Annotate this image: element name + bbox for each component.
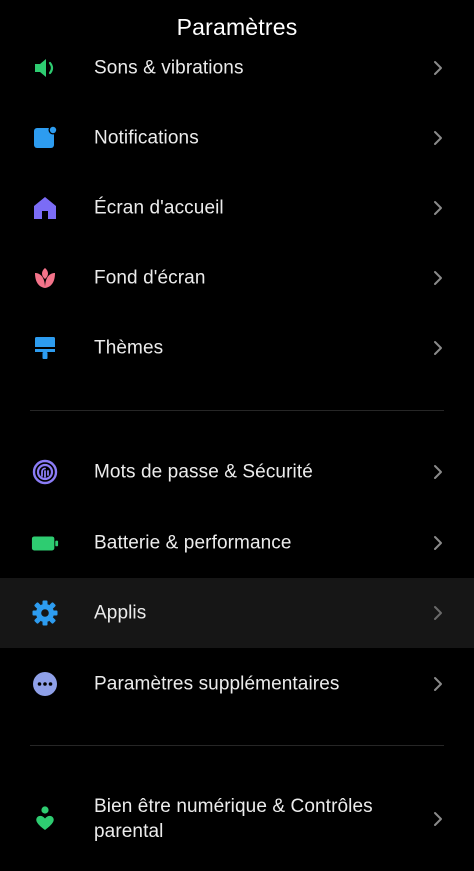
settings-item-label: Applis bbox=[94, 602, 147, 624]
chevron-right-icon bbox=[432, 463, 444, 481]
settings-item-label: Paramètres supplémentaires bbox=[94, 673, 340, 695]
settings-item-security[interactable]: Mots de passe & Sécurité bbox=[0, 437, 474, 507]
chevron-right-icon bbox=[432, 269, 444, 287]
settings-item-label: Batterie & performance bbox=[94, 532, 292, 554]
chevron-right-icon bbox=[432, 59, 444, 77]
home-icon bbox=[31, 194, 59, 222]
chevron-right-icon bbox=[432, 534, 444, 552]
speaker-icon bbox=[31, 54, 59, 82]
settings-item-label: Écran d'accueil bbox=[94, 197, 224, 219]
settings-list[interactable]: Sons & vibrations Notifications Écran d'… bbox=[0, 0, 474, 871]
settings-item-label: Thèmes bbox=[94, 337, 164, 359]
settings-item-home[interactable]: Écran d'accueil bbox=[0, 173, 474, 243]
settings-item-apps[interactable]: Applis bbox=[0, 578, 474, 648]
settings-item-label: Bien être numérique & Contrôles parental bbox=[94, 796, 373, 842]
fingerprint-icon bbox=[31, 458, 59, 486]
settings-item-notifications[interactable]: Notifications bbox=[0, 103, 474, 173]
settings-item-label: Sons & vibrations bbox=[94, 57, 244, 79]
chevron-right-icon bbox=[432, 339, 444, 357]
section-divider bbox=[30, 745, 444, 746]
chevron-right-icon bbox=[432, 810, 444, 828]
gear-icon bbox=[31, 599, 59, 627]
chevron-right-icon bbox=[432, 129, 444, 147]
settings-item-label: Notifications bbox=[94, 127, 199, 149]
chevron-right-icon bbox=[432, 199, 444, 217]
wellbeing-icon bbox=[31, 805, 59, 833]
section-divider bbox=[30, 410, 444, 411]
settings-item-battery[interactable]: Batterie & performance bbox=[0, 508, 474, 578]
settings-item-wallpaper[interactable]: Fond d'écran bbox=[0, 243, 474, 313]
flower-icon bbox=[31, 264, 59, 292]
settings-item-wellbeing[interactable]: Bien être numérique & Contrôles parental bbox=[0, 784, 474, 854]
brush-icon bbox=[31, 334, 59, 362]
battery-icon bbox=[31, 529, 59, 557]
app-header: Paramètres bbox=[0, 0, 474, 58]
settings-item-label: Fond d'écran bbox=[94, 267, 206, 289]
more-dots-icon bbox=[31, 670, 59, 698]
page-title: Paramètres bbox=[176, 13, 298, 40]
chevron-right-icon bbox=[432, 604, 444, 622]
notification-icon bbox=[31, 124, 59, 152]
settings-item-additional[interactable]: Paramètres supplémentaires bbox=[0, 649, 474, 719]
chevron-right-icon bbox=[432, 675, 444, 693]
settings-item-label: Mots de passe & Sécurité bbox=[94, 461, 313, 483]
settings-item-themes[interactable]: Thèmes bbox=[0, 313, 474, 383]
